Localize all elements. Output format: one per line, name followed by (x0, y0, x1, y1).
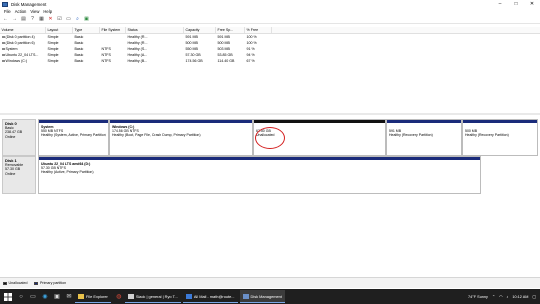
volume-list: Volume Layout Type File System Status Ca… (0, 27, 540, 112)
partition-status: Healthy (Boot, Page File, Crash Dump, Pr… (112, 133, 201, 138)
column-type[interactable]: Type (73, 27, 100, 33)
cell-status: Healthy (B... (127, 59, 148, 63)
mail-icon[interactable]: ✉ (65, 293, 73, 301)
partition-windows-c[interactable]: Windows (C:) 174.56 GB NTFS Healthy (Boo… (109, 119, 253, 156)
back-icon[interactable]: ← (2, 16, 9, 22)
menu-view[interactable]: View (30, 9, 39, 14)
disk-status: Online (5, 134, 16, 139)
volume-row[interactable]: Windows (C:) Simple Basic NTFS Healthy (B...… (0, 58, 540, 64)
cell-percent-free: 67 % (246, 59, 255, 63)
help-icon[interactable]: ? (29, 16, 36, 22)
disk-icon[interactable]: ▣ (83, 16, 90, 22)
column-percent-free[interactable]: % Free (245, 27, 272, 33)
legend-unallocated: Unallocated (8, 281, 28, 285)
chrome-icon[interactable]: ◍ (115, 293, 123, 301)
legend: Unallocated Primary partition (0, 277, 540, 288)
search-icon[interactable]: ○ (17, 293, 25, 301)
app-icon (127, 293, 134, 299)
menu-action[interactable]: Action (15, 9, 27, 14)
mail-app-icon (185, 293, 192, 299)
column-free-space[interactable]: Free Sp... (216, 27, 245, 33)
column-status[interactable]: Status (126, 27, 184, 33)
column-file-system[interactable]: File System (100, 27, 126, 33)
task-file-explorer[interactable]: File Explorer (75, 290, 111, 303)
partition-recovery-2[interactable]: 500 MB Healthy (Recovery Partition) (462, 119, 538, 156)
menu-file[interactable]: File (4, 9, 11, 14)
partition-status: Healthy (Recovery Partition) (389, 133, 433, 138)
weather[interactable]: 74°F Sunny (468, 295, 488, 299)
open-icon[interactable]: ▭ (65, 16, 72, 22)
disk-1-label[interactable]: Disk 1 Removable 57.30 GB Online (2, 156, 36, 194)
clock[interactable]: 10:12 AM (512, 295, 528, 299)
cell-file-system: NTFS (101, 59, 111, 63)
disk-graphical-view: Disk 0 Basic 238.47 GB Online System 550… (0, 115, 540, 275)
maximize-button[interactable]: □ (508, 0, 524, 8)
cell-layout: Simple (47, 59, 59, 63)
notifications-icon[interactable]: ▢ (532, 294, 536, 299)
cell-free-space: 114.40 GB (217, 59, 235, 63)
system-tray: 74°F Sunny ⌃ ◠ ♪ 10:12 AM ▢ (468, 289, 540, 304)
disk-management-icon (242, 293, 249, 299)
partition-unallocated[interactable]: 62.50 GB Unallocated (253, 119, 386, 156)
search-icon[interactable]: ⌕ (74, 16, 81, 22)
cell-type: Basic (74, 59, 84, 63)
task-slack[interactable]: Slack | general | Ryo T... (124, 290, 181, 303)
network-icon[interactable]: ◠ (499, 294, 502, 299)
column-layout[interactable]: Layout (46, 27, 73, 33)
volume-icon[interactable]: ♪ (506, 295, 508, 299)
console-tree-icon[interactable]: ▤ (20, 16, 27, 22)
edge-icon[interactable]: ◉ (41, 293, 49, 301)
disk-management-icon (2, 1, 8, 7)
forward-icon[interactable]: → (11, 16, 18, 22)
task-mail[interactable]: All Mail - math@route... (182, 290, 238, 303)
taskbar: ○ ▭ ◉ ▣ ✉ File Explorer ◍ Slack | genera… (0, 289, 540, 304)
disk-0-label[interactable]: Disk 0 Basic 238.47 GB Online (2, 119, 36, 156)
menu-bar: File Action View Help (0, 8, 540, 15)
chevron-up-icon[interactable]: ⌃ (492, 294, 495, 299)
disk-status: Online (5, 171, 16, 176)
task-disk-management[interactable]: Disk Management (239, 290, 285, 303)
column-volume[interactable]: Volume (0, 27, 46, 33)
minimize-button[interactable]: – (492, 0, 508, 8)
delete-icon[interactable]: ✕ (47, 16, 54, 22)
properties-icon[interactable]: ▦ (38, 16, 45, 22)
cell-capacity: 174.56 GB (185, 59, 203, 63)
partition-ubuntu-d[interactable]: Ubuntu 22_04 LTS amd64 (D:) 57.30 GB NTF… (38, 156, 481, 194)
window-title: Disk Management (11, 1, 47, 7)
window-controls: – □ ✕ (492, 0, 540, 8)
store-icon[interactable]: ▣ (53, 293, 61, 301)
task-view-icon[interactable]: ▭ (29, 293, 37, 301)
partition-system[interactable]: System 550 MB NTFS Healthy (System, Acti… (38, 119, 109, 156)
windows-logo-icon (4, 292, 12, 301)
primary-partition-swatch (34, 281, 39, 285)
title-bar: Disk Management – □ ✕ (0, 0, 540, 8)
legend-primary-partition: Primary partition (39, 281, 67, 285)
cell-volume: Windows (C:) (0, 58, 46, 64)
unallocated-swatch (3, 281, 7, 285)
partition-status: Healthy (Recovery Partition) (465, 133, 509, 138)
toolbar: ← → ▤ ? ▦ ✕ ☑ ▭ ⌕ ▣ (0, 15, 540, 24)
volume-list-header: Volume Layout Type File System Status Ca… (0, 27, 540, 34)
partition-status: Healthy (Active, Primary Partition) (41, 170, 94, 175)
check-icon[interactable]: ☑ (56, 16, 63, 22)
folder-icon (78, 293, 84, 299)
column-capacity[interactable]: Capacity (184, 27, 216, 33)
partition-status: Healthy (System, Active, Primary Partiti… (41, 133, 106, 138)
red-highlight-circle (255, 127, 285, 149)
close-button[interactable]: ✕ (524, 0, 540, 8)
menu-help[interactable]: Help (43, 9, 52, 14)
start-button[interactable] (3, 292, 13, 302)
partition-recovery-1[interactable]: 591 MB Healthy (Recovery Partition) (386, 119, 462, 156)
